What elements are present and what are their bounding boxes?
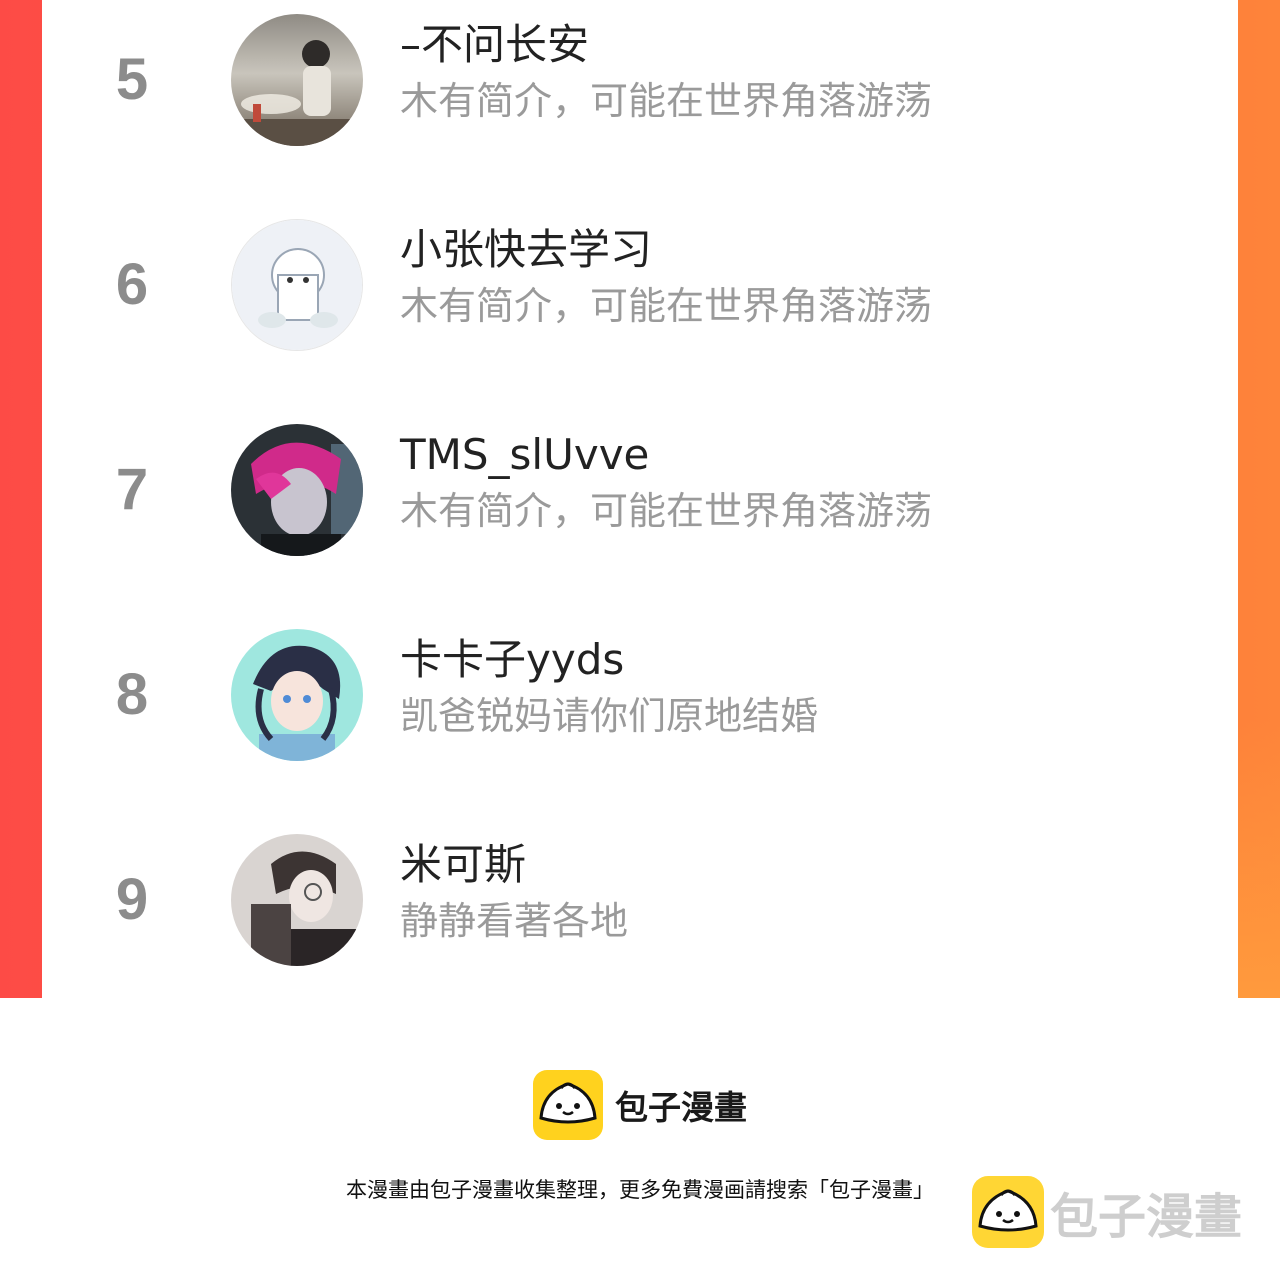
- avatar-image: [231, 424, 363, 556]
- avatar[interactable]: [231, 629, 363, 761]
- bun-logo-icon: [533, 1070, 603, 1140]
- rank-row[interactable]: 5 –不问长安 木有简介，可能在世界角落游荡: [42, 0, 1238, 180]
- watermark-text: 包子漫畫: [1050, 1189, 1243, 1245]
- bun-watermark-icon: [972, 1176, 1044, 1248]
- brand-name: 包子漫畫: [615, 1088, 747, 1127]
- avatar[interactable]: [231, 834, 363, 966]
- user-name[interactable]: 小张快去学习: [400, 225, 652, 275]
- avatar[interactable]: [231, 424, 363, 556]
- user-bio: 木有简介，可能在世界角落游荡: [400, 284, 933, 328]
- user-name[interactable]: 米可斯: [400, 840, 526, 890]
- frame-sheen: [1238, 720, 1280, 998]
- user-name[interactable]: 卡卡子yyds: [400, 635, 624, 685]
- watermark: 包子漫畫: [972, 1176, 1242, 1248]
- rank-row[interactable]: 7 TMS_slUvve 木有简介，可能在世界角落游荡: [42, 410, 1238, 590]
- ranking-panel: 5 –不问长安 木有简介，可能在世界角落游荡 6 小张快去学习 木有简介，可能在…: [42, 0, 1238, 998]
- rank-number: 5: [115, 47, 149, 112]
- brand-badge[interactable]: 包子漫畫: [533, 1069, 747, 1141]
- rank-row[interactable]: 8 卡卡子yyds 凯爸锐妈请你们原地结婚: [42, 615, 1238, 795]
- rank-number: 6: [115, 252, 149, 317]
- avatar-image: [232, 220, 362, 350]
- avatar-image: [231, 629, 363, 761]
- rank-row[interactable]: 6 小张快去学习 木有简介，可能在世界角落游荡: [42, 205, 1238, 385]
- avatar[interactable]: [231, 219, 363, 351]
- rank-number: 7: [115, 457, 149, 522]
- avatar-image: [231, 834, 363, 966]
- avatar[interactable]: [231, 14, 363, 146]
- user-bio: 木有简介，可能在世界角落游荡: [400, 79, 933, 123]
- rank-row[interactable]: 9 米可斯 静静看著各地: [42, 820, 1238, 1000]
- avatar-image: [231, 14, 363, 146]
- rank-number: 8: [115, 662, 149, 727]
- rank-number: 9: [115, 867, 149, 932]
- user-bio: 静静看著各地: [400, 899, 629, 943]
- user-bio: 木有简介，可能在世界角落游荡: [400, 489, 933, 533]
- user-bio: 凯爸锐妈请你们原地结婚: [400, 694, 819, 738]
- user-name[interactable]: –不问长安: [400, 20, 589, 70]
- user-name[interactable]: TMS_slUvve: [400, 430, 649, 480]
